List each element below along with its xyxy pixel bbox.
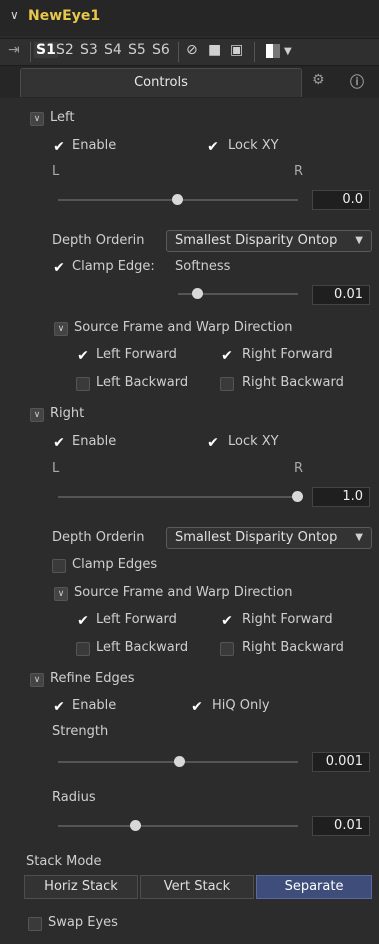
left-collapse-toggle[interactable]: ∨ — [30, 112, 44, 126]
right-depth-dropdown[interactable]: Smallest Disparity Ontop ▼ — [166, 527, 372, 549]
left-source-header: Source Frame and Warp Direction — [74, 320, 293, 335]
version-s4[interactable]: S4 — [104, 42, 122, 58]
right-r-label: R — [294, 461, 304, 476]
left-r-label: R — [294, 164, 304, 179]
separate-button[interactable]: Separate — [256, 875, 372, 899]
right-clamp-label: Clamp Edges — [72, 557, 158, 572]
save-icon[interactable]: ▣ — [230, 42, 243, 58]
toolbar-divider — [30, 42, 31, 62]
right-clamp-checkbox[interactable] — [52, 559, 66, 573]
left-depth-value: Smallest Disparity Ontop — [175, 233, 338, 248]
right-depth-label: Depth Orderin — [52, 530, 145, 545]
gear-icon[interactable]: ⚙ — [312, 72, 325, 88]
refine-strength-slider-knob[interactable] — [174, 756, 185, 767]
left-softness-label: Softness — [175, 259, 231, 274]
left-softness-value[interactable]: 0.01 — [312, 285, 370, 305]
right-rightbackward-label: Right Backward — [242, 640, 344, 655]
left-enable-label: Enable — [72, 138, 117, 153]
pin-icon[interactable]: ⇥ — [8, 42, 20, 58]
swap-eyes-label: Swap Eyes — [48, 915, 118, 930]
dropdown-arrow-icon[interactable]: ▼ — [284, 46, 292, 57]
swap-eyes-checkbox[interactable] — [28, 917, 42, 931]
left-depth-dropdown[interactable]: Smallest Disparity Ontop ▼ — [166, 230, 372, 252]
right-rightforward-checkbox[interactable]: ✔ — [220, 614, 234, 628]
left-leftbackward-label: Left Backward — [96, 375, 189, 390]
refine-enable-checkbox[interactable]: ✔ — [52, 700, 66, 714]
right-rightbackward-checkbox[interactable] — [220, 642, 234, 656]
left-leftbackward-checkbox[interactable] — [76, 377, 90, 391]
right-leftforward-checkbox[interactable]: ✔ — [76, 614, 90, 628]
refine-radius-label: Radius — [52, 790, 96, 805]
left-clamp-checkbox[interactable]: ✔ — [52, 261, 66, 275]
left-lockxy-checkbox[interactable]: ✔ — [206, 140, 220, 154]
right-source-collapse-toggle[interactable]: ∨ — [54, 587, 68, 601]
left-header: Left — [50, 110, 75, 125]
left-enable-checkbox[interactable]: ✔ — [52, 140, 66, 154]
left-rightforward-label: Right Forward — [242, 347, 333, 362]
chevron-down-icon[interactable]: ∨ — [10, 8, 19, 22]
refine-radius-slider-track[interactable] — [58, 825, 298, 827]
right-header: Right — [50, 406, 85, 421]
right-leftbackward-checkbox[interactable] — [76, 642, 90, 656]
left-lr-slider-knob[interactable] — [172, 194, 183, 205]
left-rightforward-checkbox[interactable]: ✔ — [220, 349, 234, 363]
lock-icon[interactable]: ■ — [208, 42, 221, 58]
left-softness-slider-knob[interactable] — [192, 288, 203, 299]
left-lr-value[interactable]: 0.0 — [312, 190, 370, 210]
left-rightbackward-checkbox[interactable] — [220, 377, 234, 391]
color-swatch-icon[interactable] — [266, 44, 280, 58]
refine-enable-label: Enable — [72, 698, 117, 713]
right-lr-slider-track[interactable] — [58, 496, 298, 498]
stop-icon[interactable]: ⊘ — [186, 42, 198, 58]
left-leftforward-label: Left Forward — [96, 347, 177, 362]
left-lockxy-label: Lock XY — [228, 138, 279, 153]
version-s2[interactable]: S2 — [56, 42, 74, 58]
right-leftbackward-label: Left Backward — [96, 640, 189, 655]
left-rightbackward-label: Right Backward — [242, 375, 344, 390]
version-s1[interactable]: S1 — [34, 42, 58, 58]
right-collapse-toggle[interactable]: ∨ — [30, 408, 44, 422]
toolbar-divider — [178, 42, 179, 62]
version-s6[interactable]: S6 — [152, 42, 170, 58]
right-source-header: Source Frame and Warp Direction — [74, 585, 293, 600]
refine-header: Refine Edges — [50, 671, 135, 686]
refine-strength-label: Strength — [52, 724, 109, 739]
right-lockxy-label: Lock XY — [228, 434, 279, 449]
right-lr-value[interactable]: 1.0 — [312, 487, 370, 507]
right-depth-value: Smallest Disparity Ontop — [175, 530, 338, 545]
right-leftforward-label: Left Forward — [96, 612, 177, 627]
refine-radius-slider-knob[interactable] — [130, 820, 141, 831]
right-lockxy-checkbox[interactable]: ✔ — [206, 436, 220, 450]
node-title: NewEye1 — [28, 8, 101, 24]
version-s5[interactable]: S5 — [128, 42, 146, 58]
dropdown-arrow-icon: ▼ — [355, 235, 363, 246]
refine-radius-value[interactable]: 0.01 — [312, 816, 370, 836]
right-enable-checkbox[interactable]: ✔ — [52, 436, 66, 450]
vert-stack-button[interactable]: Vert Stack — [140, 875, 254, 899]
refine-collapse-toggle[interactable]: ∨ — [30, 673, 44, 687]
stack-mode-label: Stack Mode — [26, 854, 102, 869]
right-lr-slider-knob[interactable] — [292, 491, 303, 502]
right-l-label: L — [52, 461, 60, 476]
version-s3[interactable]: S3 — [80, 42, 98, 58]
left-depth-label: Depth Orderin — [52, 233, 145, 248]
dropdown-arrow-icon: ▼ — [355, 532, 363, 543]
toolbar-divider — [254, 42, 255, 62]
info-icon[interactable]: ⓘ — [350, 72, 364, 92]
tab-controls-label: Controls — [134, 75, 188, 90]
refine-hiq-label: HiQ Only — [212, 698, 270, 713]
refine-strength-value[interactable]: 0.001 — [312, 752, 370, 772]
left-leftforward-checkbox[interactable]: ✔ — [76, 349, 90, 363]
right-enable-label: Enable — [72, 434, 117, 449]
refine-hiq-checkbox[interactable]: ✔ — [190, 700, 204, 714]
tab-controls[interactable]: Controls — [20, 68, 302, 97]
left-l-label: L — [52, 164, 60, 179]
left-clamp-label: Clamp Edge: — [72, 259, 155, 274]
horiz-stack-button[interactable]: Horiz Stack — [24, 875, 138, 899]
right-rightforward-label: Right Forward — [242, 612, 333, 627]
left-source-collapse-toggle[interactable]: ∨ — [54, 322, 68, 336]
